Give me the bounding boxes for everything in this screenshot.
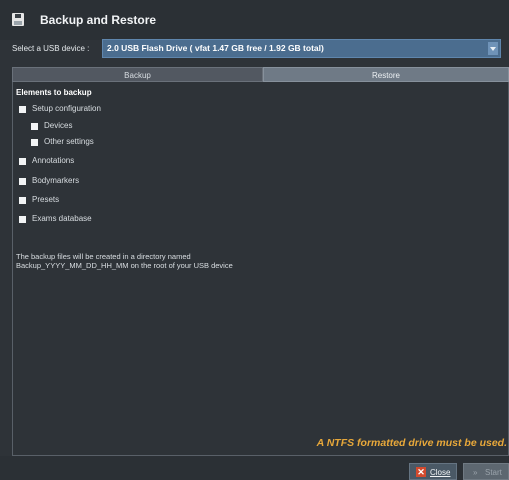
floppy-disk-icon [12, 13, 24, 26]
checkbox-label: Annotations [32, 156, 75, 165]
checkbox-bodymarkers[interactable]: Bodymarkers [19, 175, 79, 187]
tab-restore[interactable]: Restore [263, 67, 509, 82]
checkbox-icon[interactable] [19, 215, 26, 223]
backup-info-text: The backup files will be created in a di… [16, 252, 336, 270]
checkbox-label: Other settings [44, 137, 94, 146]
checkbox-icon[interactable] [19, 157, 26, 165]
tab-bar: Backup Restore [12, 67, 509, 82]
checkbox-other-settings[interactable]: Other settings [31, 136, 94, 148]
checkbox-icon[interactable] [31, 138, 38, 146]
checkbox-exams-database[interactable]: Exams database [19, 213, 92, 225]
ntfs-warning: A NTFS formatted drive must be used. [316, 437, 507, 449]
checkbox-label: Presets [32, 195, 60, 204]
checkbox-icon[interactable] [19, 177, 26, 185]
usb-device-value: 2.0 USB Flash Drive ( vfat 1.47 GB free … [107, 43, 324, 53]
info-line: The backup files will be created in a di… [16, 252, 191, 261]
start-button-label: Start [485, 468, 502, 477]
checkbox-label: Bodymarkers [32, 176, 80, 185]
usb-device-select[interactable]: 2.0 USB Flash Drive ( vfat 1.47 GB free … [102, 39, 501, 58]
close-button-label: Close [430, 468, 451, 477]
info-line: Backup_YYYY_MM_DD_HH_MM on the root of y… [16, 261, 233, 270]
chevron-down-icon[interactable] [488, 42, 498, 55]
usb-device-label: Select a USB device : [12, 44, 90, 53]
checkbox-label: Devices [44, 121, 73, 130]
checkbox-presets[interactable]: Presets [19, 194, 59, 206]
close-icon: ✕ [416, 467, 426, 477]
checkbox-annotations[interactable]: Annotations [19, 155, 74, 167]
elements-to-backup-heading: Elements to backup [16, 88, 92, 97]
checkbox-label: Exams database [32, 214, 92, 223]
checkbox-label: Setup configuration [32, 104, 101, 113]
close-button[interactable]: ✕ Close [409, 463, 457, 480]
window-title: Backup and Restore [40, 13, 157, 27]
checkbox-icon[interactable] [19, 105, 26, 113]
checkbox-icon[interactable] [19, 196, 26, 204]
checkbox-icon[interactable] [31, 122, 38, 130]
tab-backup[interactable]: Backup [12, 67, 263, 82]
play-icon: » [473, 468, 478, 477]
checkbox-devices[interactable]: Devices [31, 120, 72, 132]
checkbox-setup-configuration[interactable]: Setup configuration [19, 103, 101, 115]
title-bar: Backup and Restore [0, 0, 509, 40]
start-button[interactable]: » Start [463, 463, 509, 480]
